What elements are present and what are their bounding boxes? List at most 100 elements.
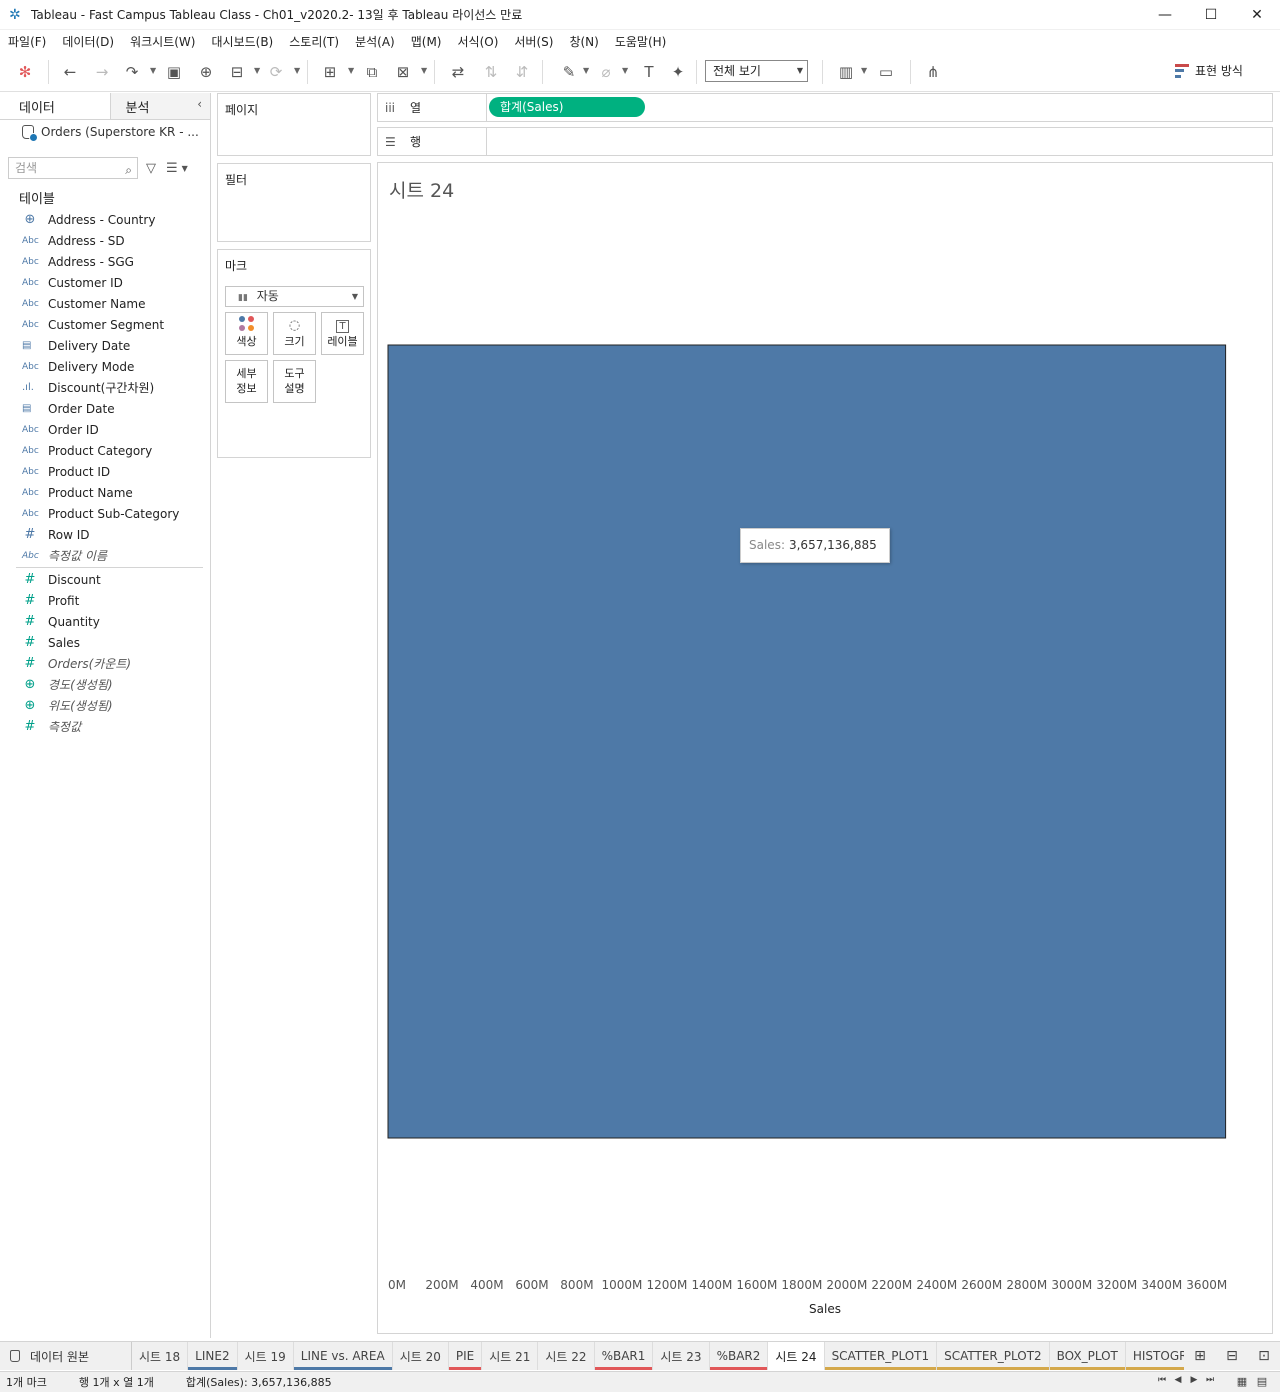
menu-map[interactable]: 맵(M)	[403, 33, 450, 50]
menu-dashboard[interactable]: 대시보드(B)	[203, 33, 281, 50]
field-measure[interactable]: # Sales	[0, 632, 210, 653]
sheet-tab[interactable]: BOX_PLOT	[1049, 1342, 1126, 1370]
menu-format[interactable]: 서식(O)	[450, 33, 507, 50]
field-dimension[interactable]: Abc Customer Name	[0, 293, 210, 314]
new-worksheet-icon[interactable]: ⊞	[318, 60, 342, 84]
filmstrip-icon[interactable]: ▤	[1252, 1375, 1272, 1388]
sales-bar[interactable]	[387, 344, 1227, 1139]
sheet-tab[interactable]: PIE	[448, 1342, 483, 1370]
sort-ascending-icon[interactable]: ⇅	[479, 60, 503, 84]
sheet-sorter-icon[interactable]: ▦	[1232, 1375, 1252, 1388]
menu-help[interactable]: 도움말(H)	[607, 33, 675, 50]
field-dimension[interactable]: Abc Product Name	[0, 482, 210, 503]
menu-server[interactable]: 서버(S)	[506, 33, 561, 50]
sheet-tab[interactable]: LINE vs. AREA	[293, 1342, 393, 1370]
new-story-tab-icon[interactable]: ⊡	[1248, 1348, 1280, 1364]
sort-descending-icon[interactable]: ⇵	[510, 60, 534, 84]
presentation-icon[interactable]: ▭	[874, 60, 898, 84]
field-measure[interactable]: # 측정값	[0, 716, 210, 737]
menu-analysis[interactable]: 분석(A)	[347, 33, 403, 50]
redo-icon[interactable]: →	[90, 60, 114, 84]
field-dimension[interactable]: Abc Product ID	[0, 461, 210, 482]
menu-worksheet[interactable]: 워크시트(W)	[122, 33, 203, 50]
mark-type-dropdown[interactable]: ▮▮ 자동 ▼	[225, 286, 364, 307]
chevron-down-icon[interactable]: ▼	[182, 164, 188, 173]
field-dimension[interactable]: ▤ Order Date	[0, 398, 210, 419]
field-dimension[interactable]: Abc Customer ID	[0, 272, 210, 293]
datasource-item[interactable]: Orders (Superstore KR - ...	[22, 125, 199, 142]
sheet-tab[interactable]: 시트 23	[653, 1342, 710, 1370]
new-datasource-icon[interactable]: ⊕	[194, 60, 218, 84]
tab-analysis[interactable]: 분석	[111, 93, 210, 119]
field-dimension[interactable]: # Row ID	[0, 524, 210, 545]
sheet-tab[interactable]: SCATTER_PLOT1	[824, 1342, 938, 1370]
field-dimension[interactable]: Abc Address - SGG	[0, 251, 210, 272]
show-labels-icon[interactable]: T	[637, 60, 661, 84]
swap-icon[interactable]: ⇄	[446, 60, 470, 84]
field-measure[interactable]: # Quantity	[0, 611, 210, 632]
filters-card[interactable]: 필터	[217, 163, 371, 242]
fix-axes-icon[interactable]: ✦	[666, 60, 690, 84]
save-icon[interactable]: ▣	[162, 60, 186, 84]
tooltip-button[interactable]: 도구 설명	[273, 360, 316, 403]
field-measure[interactable]: # Discount	[0, 569, 210, 590]
field-dimension[interactable]: Abc Product Category	[0, 440, 210, 461]
columns-shelf[interactable]: iii 열 합계(Sales)	[377, 93, 1273, 122]
detail-button[interactable]: 세부 정보	[225, 360, 268, 403]
field-dimension[interactable]: .ıl. Discount(구간차원)	[0, 377, 210, 398]
datasource-tab[interactable]: 데이터 원본	[0, 1342, 132, 1370]
field-dimension[interactable]: Abc Order ID	[0, 419, 210, 440]
highlight-icon[interactable]: ✎	[557, 60, 581, 84]
search-input[interactable]: 검색 ⌕	[8, 157, 138, 179]
tableau-home-icon[interactable]: ✻	[13, 60, 37, 84]
menu-data[interactable]: 데이터(D)	[54, 33, 122, 50]
menu-story[interactable]: 스토리(T)	[281, 33, 347, 50]
share-icon[interactable]: ⋔	[921, 60, 945, 84]
field-dimension[interactable]: Abc 측정값 이름	[0, 545, 210, 566]
sheet-tab[interactable]: %BAR1	[594, 1342, 654, 1370]
menu-file[interactable]: 파일(F)	[0, 33, 54, 50]
prev-sheet-icon[interactable]: ◀	[1170, 1375, 1186, 1385]
field-measure[interactable]: # Profit	[0, 590, 210, 611]
field-dimension[interactable]: Abc Address - SD	[0, 230, 210, 251]
close-icon[interactable]: ✕	[1234, 0, 1280, 30]
field-measure[interactable]: ⊕ 경도(생성됨)	[0, 674, 210, 695]
refresh-icon[interactable]: ⟳	[264, 60, 288, 84]
fit-dropdown[interactable]: 전체 보기 ▼	[705, 60, 808, 82]
sheet-tab[interactable]: 시트 19	[238, 1342, 294, 1370]
maximize-icon[interactable]: ☐	[1188, 0, 1234, 30]
field-measure[interactable]: ⊕ 위도(생성됨)	[0, 695, 210, 716]
undo-icon[interactable]: ←	[58, 60, 82, 84]
group-icon[interactable]: ⌀	[594, 60, 618, 84]
sheet-tab[interactable]: %BAR2	[709, 1342, 769, 1370]
sheet-tab[interactable]: 시트 21	[482, 1342, 539, 1370]
replay-icon[interactable]: ↷	[120, 60, 144, 84]
show-me-button[interactable]: 표현 방식	[1175, 62, 1243, 79]
next-sheet-icon[interactable]: ▶	[1186, 1375, 1202, 1385]
field-measure[interactable]: # Orders(카운트)	[0, 653, 210, 674]
pages-card[interactable]: 페이지	[217, 93, 371, 156]
pause-updates-icon[interactable]: ⊟	[225, 60, 249, 84]
sheet-tab[interactable]: 시트 20	[393, 1342, 449, 1370]
list-view-icon[interactable]: ☰	[166, 161, 178, 176]
minimize-icon[interactable]: —	[1142, 0, 1188, 30]
field-dimension[interactable]: Abc Product Sub-Category	[0, 503, 210, 524]
collapse-panel-icon[interactable]: ‹	[197, 97, 202, 111]
filter-icon[interactable]: ▽	[146, 161, 156, 176]
field-dimension[interactable]: ▤ Delivery Date	[0, 335, 210, 356]
show-cards-icon[interactable]: ▥	[834, 60, 858, 84]
new-worksheet-tab-icon[interactable]: ⊞	[1184, 1348, 1216, 1364]
tab-data[interactable]: 데이터	[0, 93, 112, 119]
sheet-tab[interactable]: 시트 18	[132, 1342, 189, 1370]
first-sheet-icon[interactable]: ⏮	[1154, 1375, 1170, 1385]
size-button[interactable]: ◌ 크기	[273, 312, 316, 355]
sheet-tab[interactable]: SCATTER_PLOT2	[937, 1342, 1050, 1370]
sum-sales-pill[interactable]: 합계(Sales)	[489, 97, 645, 117]
sheet-tab[interactable]: 시트 22	[538, 1342, 595, 1370]
sheet-tab[interactable]: 시트 24	[768, 1342, 825, 1370]
rows-shelf[interactable]: ☰ 행	[377, 127, 1273, 156]
field-dimension[interactable]: ⊕ Address - Country	[0, 209, 210, 230]
color-button[interactable]: 색상	[225, 312, 268, 355]
new-dashboard-tab-icon[interactable]: ⊟	[1216, 1348, 1248, 1364]
field-dimension[interactable]: Abc Customer Segment	[0, 314, 210, 335]
